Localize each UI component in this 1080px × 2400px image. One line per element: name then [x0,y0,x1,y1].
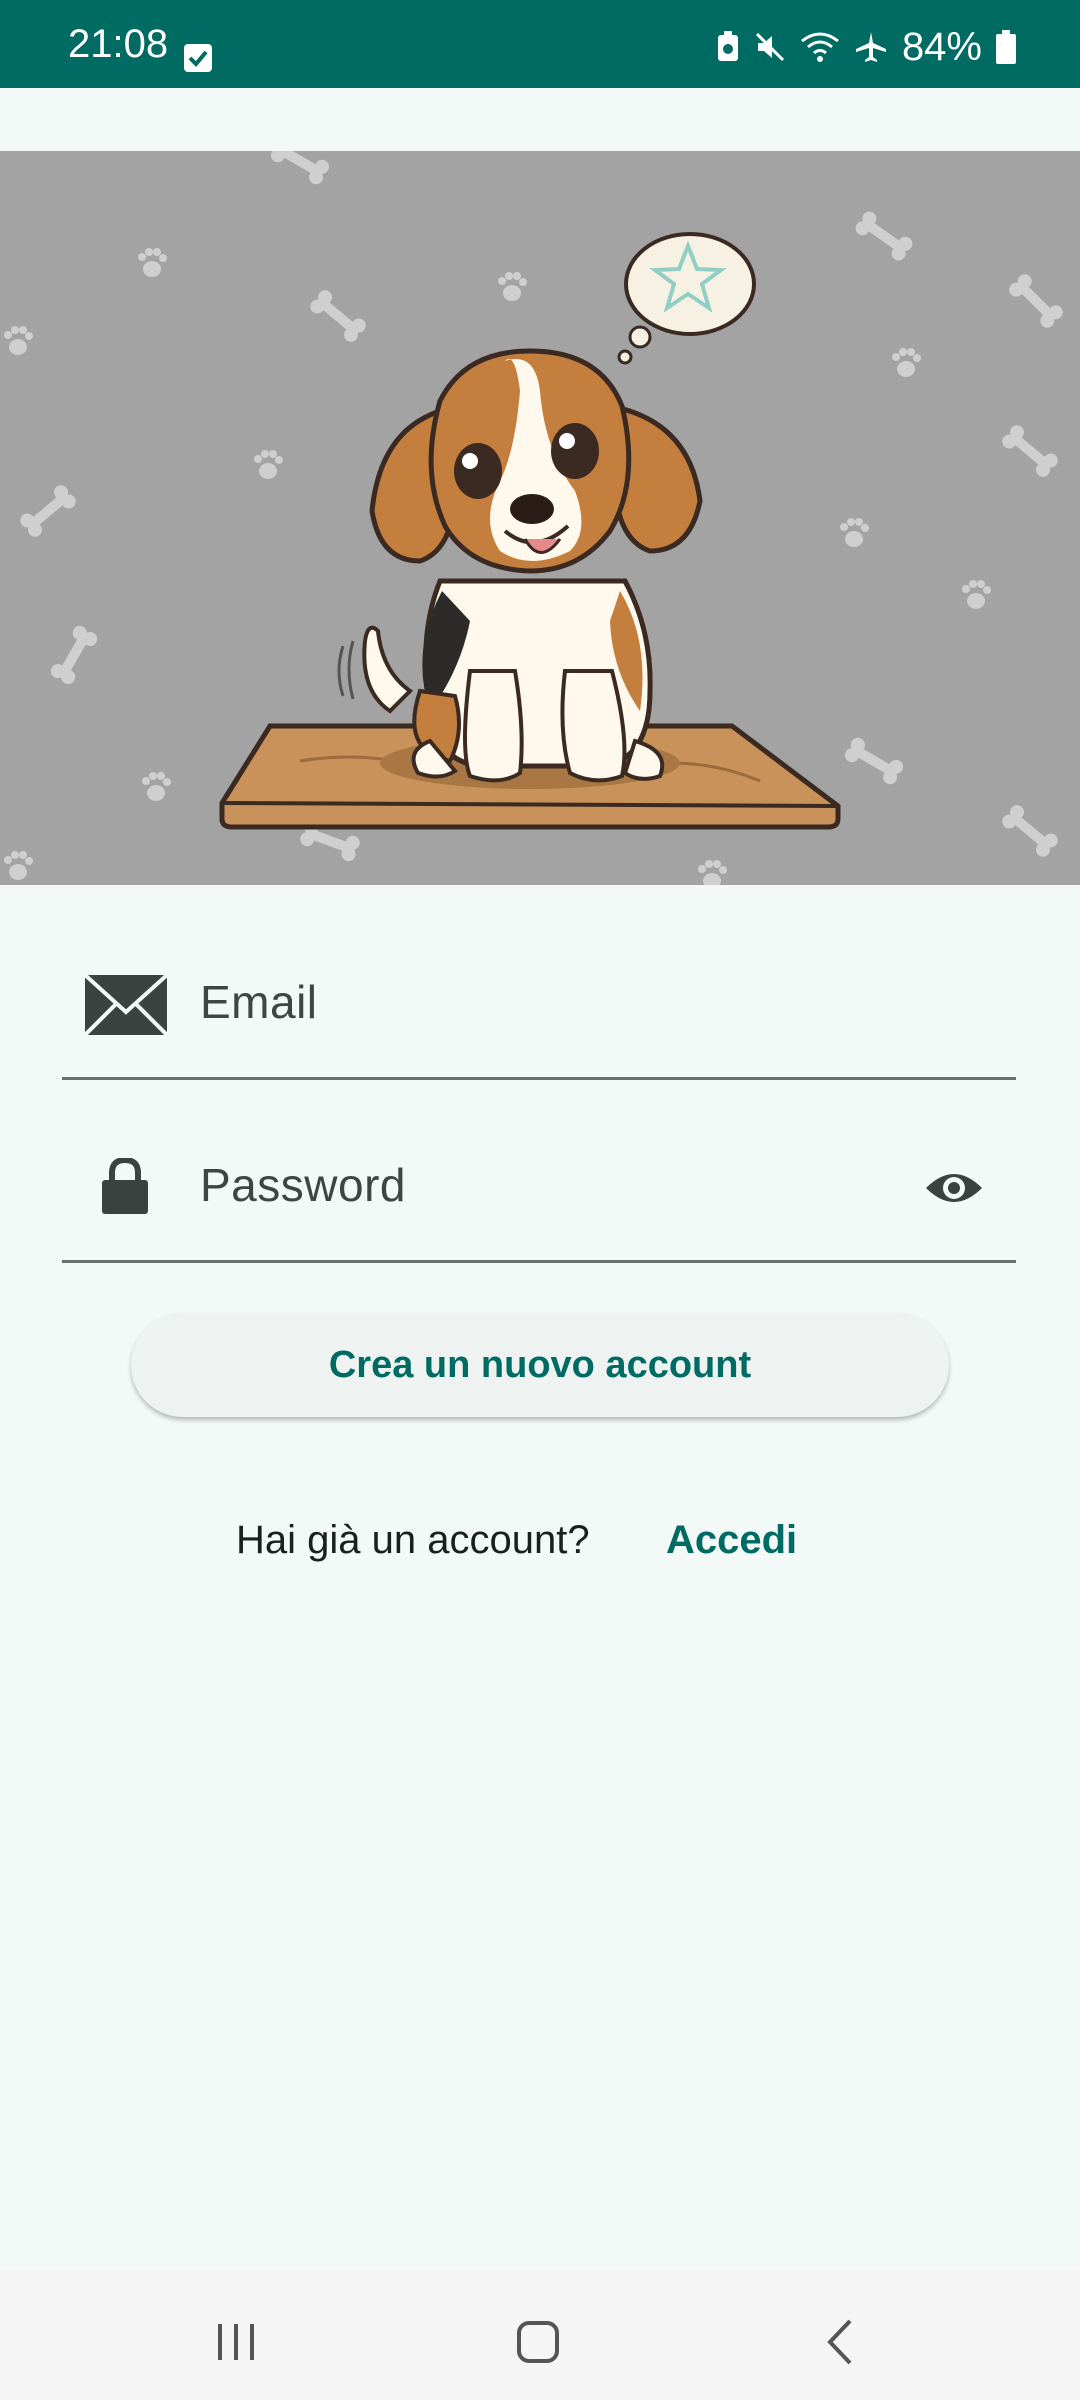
battery-saver-icon [717,31,738,61]
mute-icon [755,32,784,62]
checkbox-notification-icon [184,44,212,72]
top-app-bar [0,88,1080,151]
battery-percent: 84% [901,25,982,69]
password-field[interactable]: Password [62,1140,1016,1263]
system-nav-bar [0,2270,1080,2400]
status-bar: 21:08 84% [0,0,1080,88]
home-icon[interactable] [516,2320,560,2364]
back-icon[interactable] [824,2318,854,2366]
status-time: 21:08 [68,22,169,66]
login-link[interactable]: Accedi [666,1518,797,1563]
login-prompt-row: Hai già un account? Accedi [0,1518,1080,1578]
password-placeholder: Password [200,1159,406,1211]
email-placeholder: Email [200,976,318,1028]
show-password-eye-icon[interactable] [924,1168,984,1208]
lock-icon [102,1158,148,1214]
email-icon [84,974,168,1036]
create-account-button[interactable]: Crea un nuovo account [131,1313,949,1417]
battery-icon [996,30,1016,64]
recents-icon[interactable] [214,2322,258,2362]
email-field[interactable]: Email [62,957,1016,1080]
status-icons: 84% [716,22,1016,72]
already-have-account-text: Hai già un account? [236,1518,590,1562]
hero-beagle-illustration [0,151,1080,885]
wifi-icon [801,32,839,62]
airplane-icon [855,32,886,62]
